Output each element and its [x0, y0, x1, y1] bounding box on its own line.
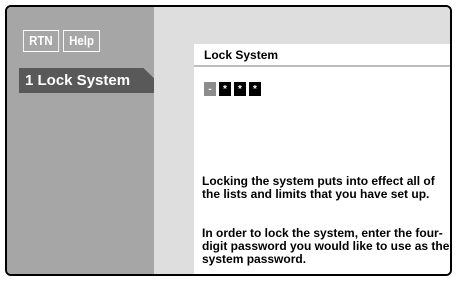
menu-item-lock-system[interactable]: 1 Lock System	[19, 68, 169, 93]
password-digit-3: *	[234, 82, 246, 96]
screen-frame: RTN Help 1 Lock System Lock System - * *…	[5, 5, 452, 276]
panel-title: Lock System	[194, 44, 450, 67]
description-paragraph-2: In order to lock the system, enter the f…	[202, 226, 450, 266]
password-digit-1: -	[204, 82, 216, 96]
description-paragraph-1: Locking the system puts into effect all …	[202, 174, 435, 201]
left-menu-panel: RTN Help 1 Lock System	[7, 7, 169, 274]
password-digit-2: *	[219, 82, 231, 96]
password-entry[interactable]: - * * *	[204, 82, 261, 96]
rtn-button[interactable]: RTN	[23, 30, 59, 52]
help-button[interactable]: Help	[62, 30, 100, 52]
content-box: Lock System - * * * Locking the system p…	[194, 44, 450, 274]
password-digit-4: *	[249, 82, 261, 96]
right-content-panel: Lock System - * * * Locking the system p…	[154, 7, 450, 274]
nav-buttons: RTN Help	[23, 30, 105, 52]
